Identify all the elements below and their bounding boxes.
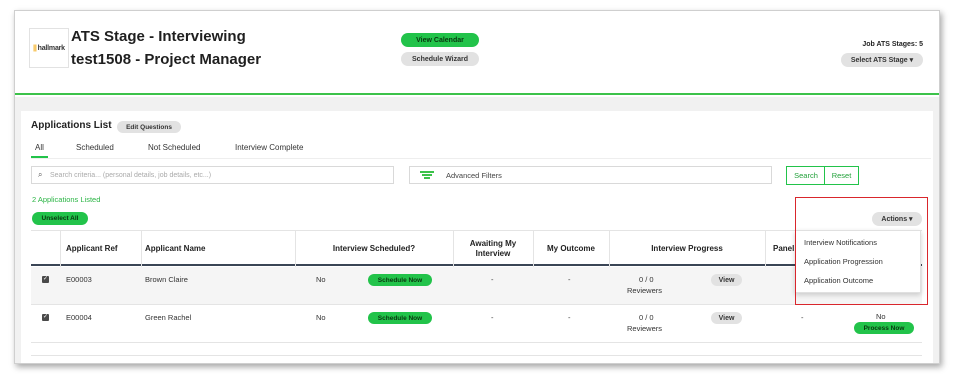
header-awaiting-line2: Interview xyxy=(475,249,511,258)
schedule-wizard-button[interactable]: Schedule Wizard xyxy=(401,52,479,66)
page-title: ATS Stage - Interviewing xyxy=(71,28,246,45)
tab-interview-complete[interactable]: Interview Complete xyxy=(235,143,303,152)
table-footer xyxy=(31,343,922,356)
awaiting-value: - xyxy=(491,275,494,284)
panel-value: - xyxy=(801,313,804,322)
process-now-button[interactable]: Process Now xyxy=(854,322,914,334)
reviewers-label: Reviewers xyxy=(627,286,663,295)
outcome-value: - xyxy=(568,313,571,322)
applicant-ref: E00003 xyxy=(66,275,92,284)
applicant-name: Green Rachel xyxy=(145,313,192,322)
awaiting-value: - xyxy=(491,313,494,322)
header-awaiting-my-interview[interactable]: Awaiting My Interview xyxy=(453,231,533,267)
tab-scheduled[interactable]: Scheduled xyxy=(76,143,114,152)
view-progress-button[interactable]: View xyxy=(711,274,742,286)
job-title: test1508 - Project Manager xyxy=(71,51,262,68)
search-input[interactable]: ⌕ Search criteria... (personal details, … xyxy=(31,166,394,184)
search-icon: ⌕ xyxy=(38,170,43,179)
search-button[interactable]: Search xyxy=(786,166,826,185)
tab-all[interactable]: All xyxy=(35,143,44,152)
header-interview-scheduled[interactable]: Interview Scheduled? xyxy=(295,231,453,267)
header-awaiting-line1: Awaiting My xyxy=(469,239,517,248)
advanced-filters-toggle[interactable]: Advanced Filters xyxy=(409,166,772,184)
table-header: Applicant Ref Applicant Name Interview S… xyxy=(31,230,922,266)
schedule-now-button[interactable]: Schedule Now xyxy=(368,274,432,286)
view-calendar-button[interactable]: View Calendar xyxy=(401,33,479,47)
progress-count: 0 / 0 xyxy=(639,275,654,284)
reviewers-label: Reviewers xyxy=(627,324,663,333)
outcome-value: - xyxy=(568,275,571,284)
header-my-outcome[interactable]: My Outcome xyxy=(533,231,609,267)
advanced-filters-label: Advanced Filters xyxy=(446,170,502,180)
header-applicant-name[interactable]: Applicant Name xyxy=(145,231,285,267)
tabs-divider xyxy=(31,158,931,159)
reset-button[interactable]: Reset xyxy=(824,166,859,185)
row-checkbox[interactable]: ✓ xyxy=(42,276,49,283)
unselect-all-button[interactable]: Unselect All xyxy=(32,212,88,225)
select-ats-stage-button[interactable]: Select ATS Stage ▾ xyxy=(841,53,923,67)
schedule-now-button[interactable]: Schedule Now xyxy=(368,312,432,324)
table-row[interactable]: ✓ E00003 Brown Claire No Schedule Now - … xyxy=(31,267,922,305)
applicant-name: Brown Claire xyxy=(145,275,188,284)
interview-scheduled-value: No xyxy=(316,313,326,322)
applications-list-title: Applications List xyxy=(31,120,112,131)
view-progress-button[interactable]: View xyxy=(711,312,742,324)
window: || hallmark ATS Stage - Interviewing test… xyxy=(14,10,940,364)
annotation-highlight-box xyxy=(795,197,928,305)
header-applicant-ref[interactable]: Applicant Ref xyxy=(66,231,141,267)
ats-stages-count: Job ATS Stages: 5 xyxy=(862,41,923,48)
table-row[interactable]: ✓ E00004 Green Rachel No Schedule Now - … xyxy=(31,305,922,343)
tab-not-scheduled[interactable]: Not Scheduled xyxy=(148,143,200,152)
interview-scheduled-value: No xyxy=(316,275,326,284)
filter-icon xyxy=(418,171,436,179)
process-status: No xyxy=(876,312,886,321)
search-placeholder: Search criteria... (personal details, jo… xyxy=(50,171,212,179)
edit-questions-button[interactable]: Edit Questions xyxy=(117,121,181,133)
page-header: || hallmark ATS Stage - Interviewing test… xyxy=(15,11,939,95)
company-logo: || hallmark xyxy=(29,28,69,68)
applications-count: 2 Applications Listed xyxy=(32,195,101,204)
applicant-ref: E00004 xyxy=(66,313,92,322)
header-interview-progress[interactable]: Interview Progress xyxy=(609,231,765,267)
progress-count: 0 / 0 xyxy=(639,313,654,322)
row-checkbox[interactable]: ✓ xyxy=(42,314,49,321)
